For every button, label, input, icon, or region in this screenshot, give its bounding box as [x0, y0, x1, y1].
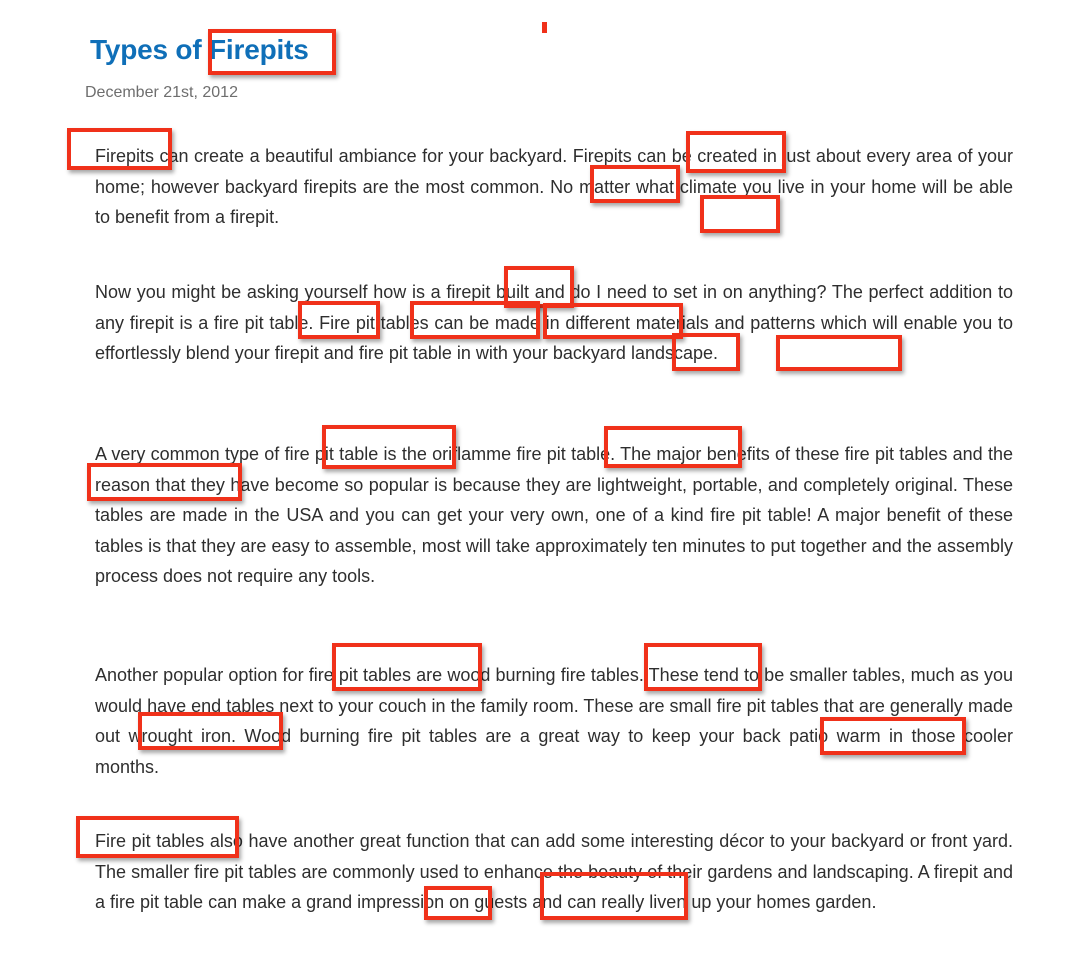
article-title: Types of Firepits [90, 34, 309, 65]
paragraph-2: Now you might be asking yourself how is … [95, 282, 1013, 363]
post-date: December 21st, 2012 [85, 84, 238, 101]
annotation-mark [542, 22, 547, 33]
paragraph-5: Fire pit tables also have another great … [95, 831, 1013, 912]
paragraph-1: Firepits can create a beautiful ambiance… [95, 146, 1013, 227]
paragraph-4: Another popular option for fire pit tabl… [95, 665, 1013, 777]
paragraph-3: A very common type of fire pit table is … [95, 444, 1013, 586]
